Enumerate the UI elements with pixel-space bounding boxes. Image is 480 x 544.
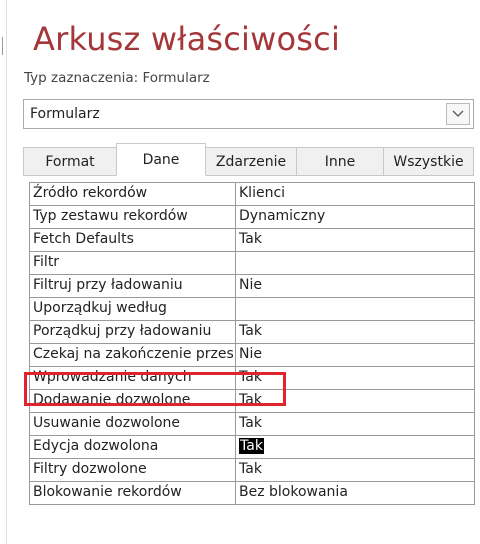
left-frame-edge (0, 0, 7, 544)
table-row[interactable]: Wprowadzanie danych Tak (30, 367, 475, 390)
dropdown-button[interactable] (446, 103, 470, 125)
tab-divider (23, 175, 474, 176)
chevron-down-icon (452, 110, 464, 117)
property-value[interactable]: Nie (236, 275, 475, 297)
table-row[interactable]: Fetch Defaults Tak (30, 229, 475, 252)
object-selector-value: Formularz (30, 106, 100, 122)
table-row[interactable]: Typ zestawu rekordów Dynamiczny (30, 206, 475, 229)
property-value-edit-field[interactable]: Tak (236, 436, 475, 458)
property-name: Edycja dozwolona (30, 436, 236, 458)
table-row[interactable]: Edycja dozwolona Tak (30, 436, 475, 459)
property-name: Dodawanie dozwolone (30, 390, 236, 412)
tab-dane[interactable]: Dane (116, 143, 206, 176)
property-name: Porządkuj przy ładowaniu (30, 321, 236, 343)
property-value[interactable]: Tak (236, 390, 475, 412)
table-row[interactable]: Czekaj na zakończenie przes Nie (30, 344, 475, 367)
property-value[interactable]: Tak (236, 413, 475, 435)
property-name: Filtruj przy ładowaniu (30, 275, 236, 297)
table-row[interactable]: Porządkuj przy ładowaniu Tak (30, 321, 475, 344)
table-row[interactable]: Usuwanie dozwolone Tak (30, 413, 475, 436)
property-name: Blokowanie rekordów (30, 482, 236, 504)
property-name: Źródło rekordów (30, 183, 236, 205)
property-name: Czekaj na zakończenie przes (30, 344, 236, 366)
object-selector-combo[interactable]: Formularz (23, 99, 474, 129)
table-row[interactable]: Uporządkuj według (30, 298, 475, 321)
property-value[interactable] (236, 252, 475, 274)
selection-type-label: Typ zaznaczenia: Formularz (24, 70, 210, 86)
selected-text[interactable]: Tak (239, 438, 264, 454)
property-value[interactable]: Dynamiczny (236, 206, 475, 228)
caret-marker (2, 37, 3, 55)
property-value[interactable] (236, 298, 475, 320)
property-name: Uporządkuj według (30, 298, 236, 320)
property-value[interactable]: Tak (236, 459, 475, 481)
table-row[interactable]: Filtr (30, 252, 475, 275)
property-name: Typ zestawu rekordów (30, 206, 236, 228)
property-value[interactable]: Tak (236, 229, 475, 251)
property-grid: Źródło rekordów Klienci Typ zestawu reko… (29, 182, 475, 505)
property-name: Filtr (30, 252, 236, 274)
tab-wszystkie[interactable]: Wszystkie (383, 147, 474, 175)
property-value[interactable]: Tak (236, 367, 475, 389)
property-tabs: Format Dane Zdarzenie Inne Wszystkie (23, 143, 474, 176)
table-row[interactable]: Źródło rekordów Klienci (30, 183, 475, 206)
table-row[interactable]: Filtry dozwolone Tak (30, 459, 475, 482)
tab-format[interactable]: Format (23, 147, 117, 175)
property-value[interactable]: Tak (236, 321, 475, 343)
property-name: Wprowadzanie danych (30, 367, 236, 389)
tab-inne[interactable]: Inne (296, 147, 384, 175)
property-name: Fetch Defaults (30, 229, 236, 251)
panel-title: Arkusz właściwości (33, 20, 341, 58)
property-value[interactable]: Klienci (236, 183, 475, 205)
table-row[interactable]: Blokowanie rekordów Bez blokowania (30, 482, 475, 505)
tab-zdarzenie[interactable]: Zdarzenie (205, 147, 297, 175)
table-row[interactable]: Dodawanie dozwolone Tak (30, 390, 475, 413)
property-value[interactable]: Bez blokowania (236, 482, 475, 504)
property-name: Usuwanie dozwolone (30, 413, 236, 435)
property-value[interactable]: Nie (236, 344, 475, 366)
table-row[interactable]: Filtruj przy ładowaniu Nie (30, 275, 475, 298)
property-name: Filtry dozwolone (30, 459, 236, 481)
